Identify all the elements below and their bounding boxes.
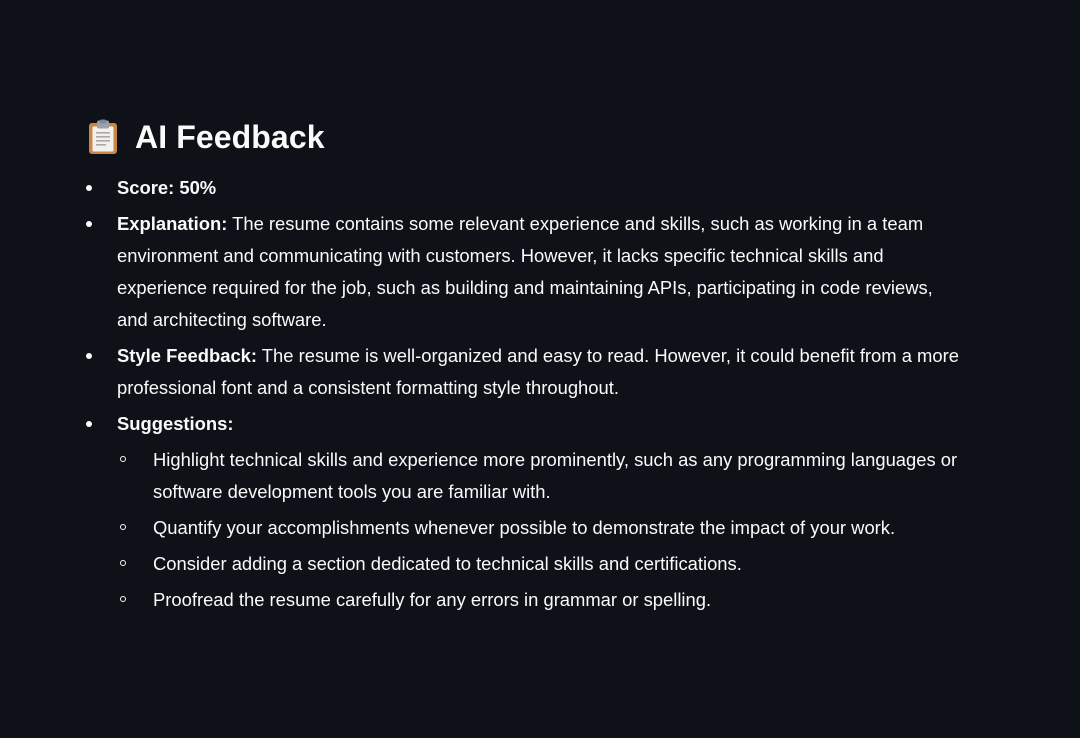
style-feedback-item: Style Feedback: The resume is well-organ… [86,340,966,404]
suggestions-list: Highlight technical skills and experienc… [117,444,966,616]
explanation-text: The resume contains some relevant experi… [117,213,933,330]
app-main: AI Feedback Score: 50% Explanation: The … [0,0,1080,738]
page-title: AI Feedback [135,119,325,155]
explanation-item: Explanation: The resume contains some re… [86,208,966,336]
suggestion-item: Consider adding a section dedicated to t… [117,548,966,580]
feedback-section: AI Feedback Score: 50% Explanation: The … [86,112,966,620]
style-feedback-label: Style Feedback: [117,345,258,366]
explanation-label: Explanation: [117,213,228,234]
suggestion-item: Proofread the resume carefully for any e… [117,584,966,616]
suggestion-item: Quantify your accomplishments whenever p… [117,512,966,544]
clipboard-icon [86,119,120,155]
suggestions-item: Suggestions: Highlight technical skills … [86,408,966,616]
suggestions-label: Suggestions: [117,413,234,434]
score-item: Score: 50% [86,172,966,204]
feedback-header: AI Feedback [86,112,966,162]
suggestion-item: Highlight technical skills and experienc… [117,444,966,508]
score-label: Score: 50% [117,177,217,198]
feedback-list: Score: 50% Explanation: The resume conta… [86,172,966,616]
